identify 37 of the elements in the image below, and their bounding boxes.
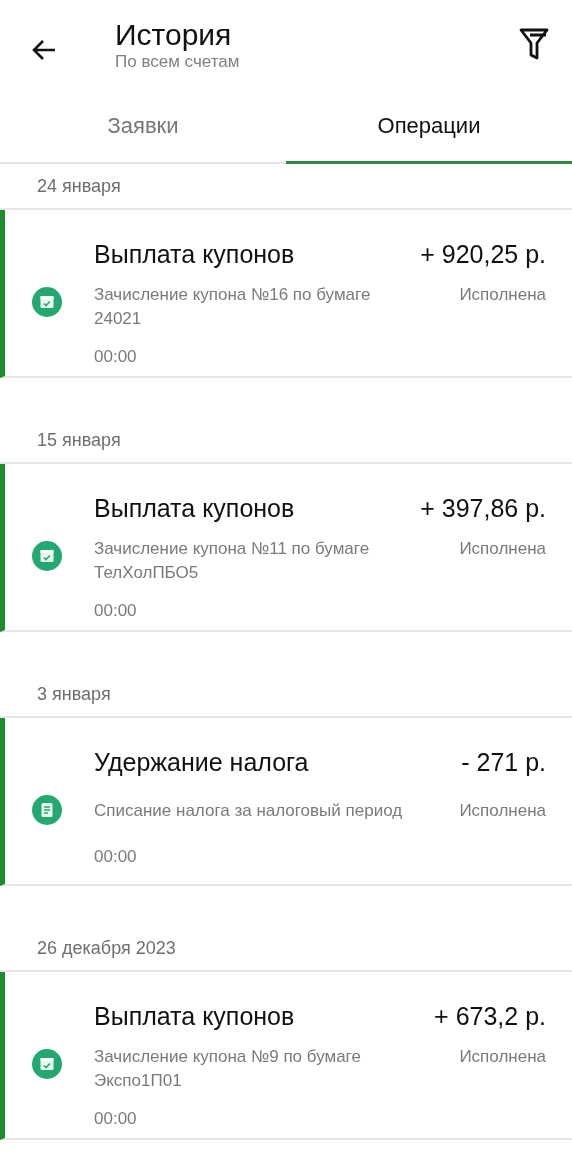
operation-amount: + 920,25 р.: [420, 239, 546, 270]
tab[interactable]: Операции: [286, 100, 572, 164]
operation-time: 00:00: [94, 599, 137, 622]
calendar-check-icon: [32, 541, 62, 571]
operation-description: Зачисление купона №11 по бумаге ТелХолПБО5: [94, 538, 371, 585]
operation-title: Удержание налога: [94, 747, 309, 778]
operation-title: Выплата купонов: [94, 239, 295, 270]
calendar-check-icon: [32, 287, 62, 317]
operation-time: 00:00: [94, 345, 137, 368]
document-icon: [32, 795, 62, 825]
operation-description: Зачисление купона №9 по бумаге Экспо1П01: [94, 1046, 362, 1093]
screen-title: История: [115, 18, 232, 52]
operation-amount: + 397,86 р.: [420, 493, 546, 524]
operation-title: Выплата купонов: [94, 1001, 295, 1032]
operation-status: Исполнена: [459, 1046, 546, 1069]
tab[interactable]: Заявки: [0, 100, 286, 164]
operation-card[interactable]: Выплата купонов + 673,2 р. Зачисление купона №9 по бумаге Экспо1П01 Исполнена 00:00: [0, 972, 572, 1140]
operation-time: 00:00: [94, 845, 137, 868]
operation-title: Выплата купонов: [94, 493, 295, 524]
operation-time: 00:00: [94, 1107, 137, 1130]
operation-card[interactable]: Выплата купонов + 920,25 р. Зачисление купона №16 по бумаге 24021 Исполнена 00:00: [0, 210, 572, 378]
date-heading: 26 декабря 2023: [37, 937, 176, 959]
operation-card[interactable]: Выплата купонов + 397,86 р. Зачисление купона №11 по бумаге ТелХолПБО5 Исполнена 00:00: [0, 464, 572, 632]
calendar-check-icon: [32, 1049, 62, 1079]
date-heading: 15 января: [37, 429, 121, 451]
date-heading: 3 января: [37, 683, 111, 705]
operation-card[interactable]: Удержание налога - 271 р. Списание налога за налоговый период Исполнена 00:00: [0, 718, 572, 886]
operation-status: Исполнена: [459, 284, 546, 307]
operation-amount: + 673,2 р.: [434, 1001, 546, 1032]
operation-status: Исполнена: [459, 800, 546, 823]
date-heading: 24 января: [37, 175, 121, 197]
operation-description: Зачисление купона №16 по бумаге 24021: [94, 284, 372, 331]
filter-icon[interactable]: [518, 27, 550, 61]
operation-amount: - 271 р.: [461, 747, 546, 778]
operation-status: Исполнена: [459, 538, 546, 561]
operation-description: Списание налога за налоговый период: [94, 800, 404, 823]
screen-subtitle: По всем счетам: [115, 52, 240, 72]
